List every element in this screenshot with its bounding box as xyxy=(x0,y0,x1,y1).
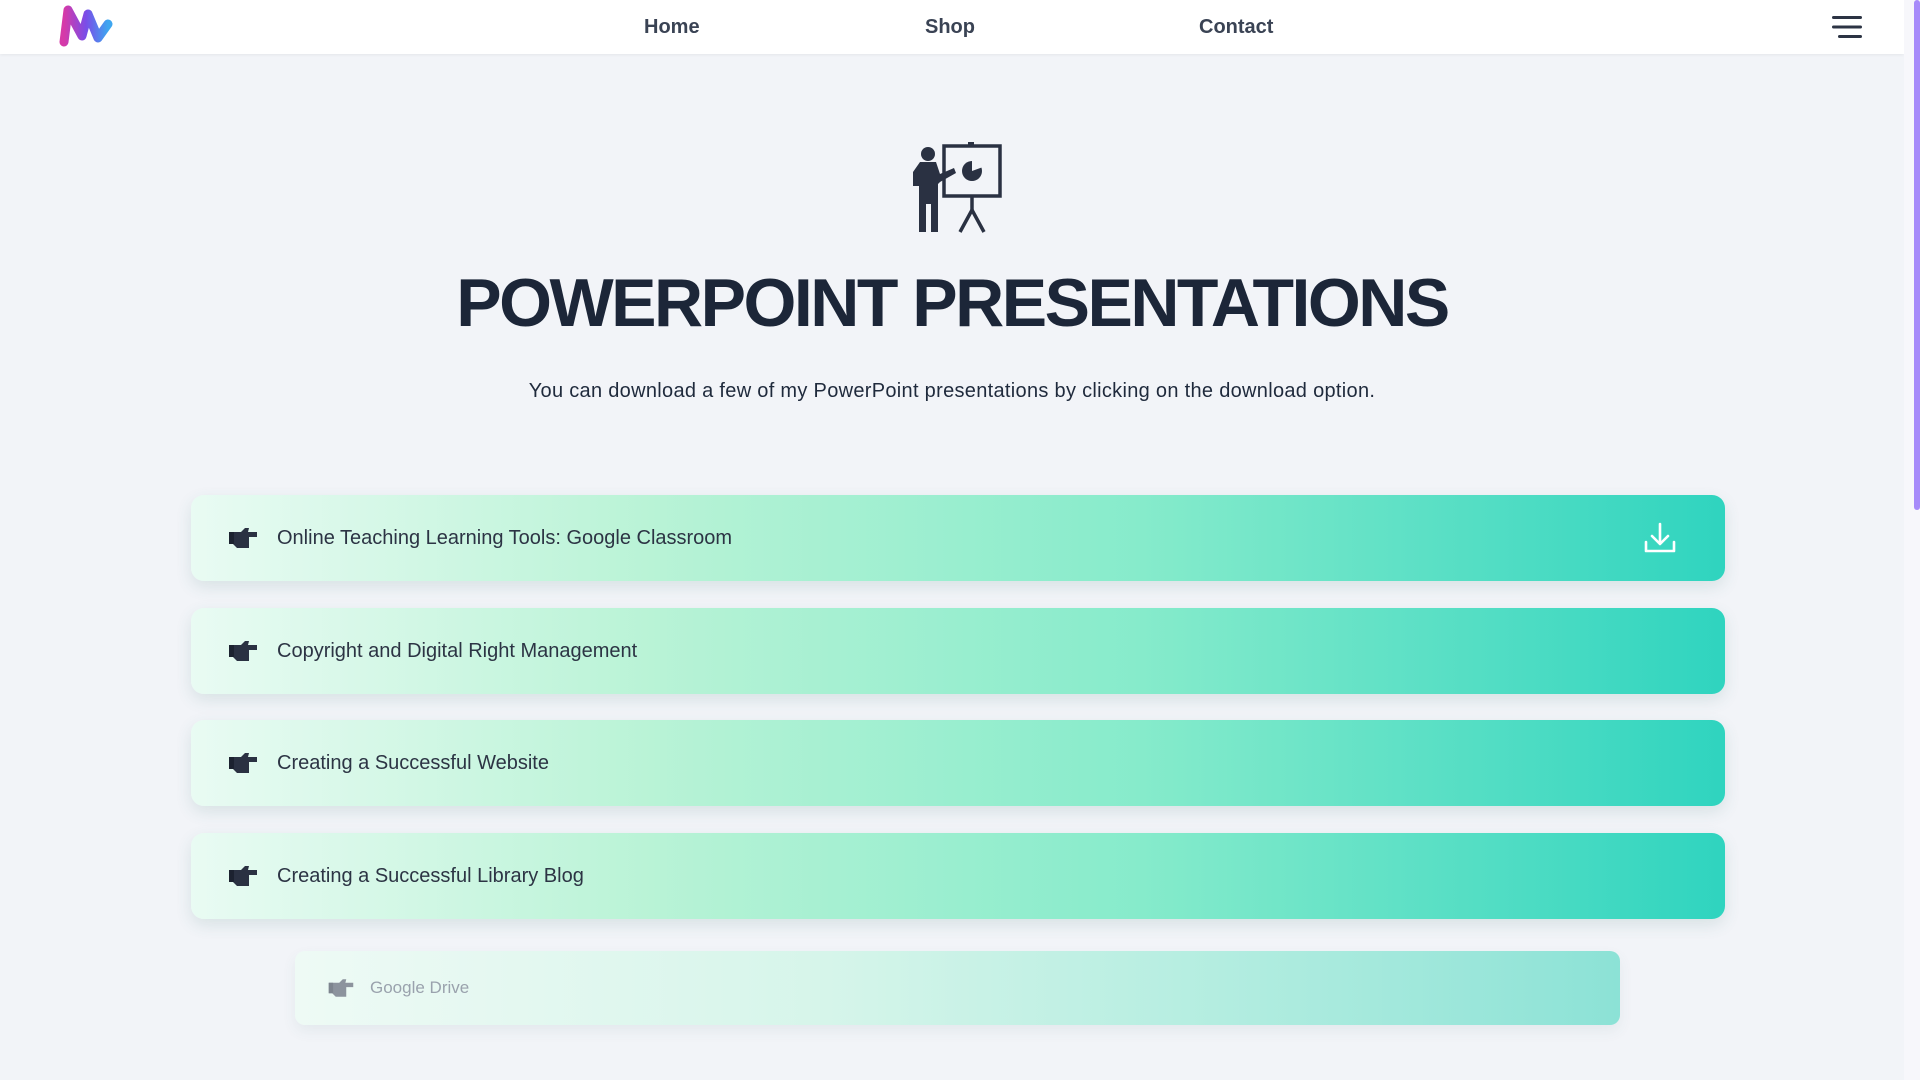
nav-shop[interactable]: Shop xyxy=(925,16,975,39)
presentation-item-label: Creating a Successful Website xyxy=(277,752,549,774)
presentation-item-label: Google Drive xyxy=(370,978,470,997)
pointing-hand-icon xyxy=(229,641,257,661)
presentation-item-google-drive[interactable]: Google Drive xyxy=(295,951,1620,1025)
presentation-item-google-classroom[interactable]: Online Teaching Learning Tools: Google C… xyxy=(191,495,1725,581)
presentation-item-label: Online Teaching Learning Tools: Google C… xyxy=(277,527,733,549)
nav-home[interactable]: Home xyxy=(644,16,700,39)
logo-icon[interactable] xyxy=(58,4,114,48)
presentation-item-copyright-drm[interactable]: Copyright and Digital Right Management xyxy=(191,608,1725,694)
nav-contact[interactable]: Contact xyxy=(1199,16,1273,39)
presentation-icon xyxy=(913,142,1002,233)
presentation-item-label: Creating a Successful Library Blog xyxy=(277,865,584,887)
presentation-item-successful-website[interactable]: Creating a Successful Website xyxy=(191,720,1725,806)
page-subtitle: You can download a few of my PowerPoint … xyxy=(528,380,1376,402)
navbar: Home Shop Contact xyxy=(0,0,1904,54)
pointing-hand-icon xyxy=(229,528,257,548)
presentation-item-label: Copyright and Digital Right Management xyxy=(277,640,638,662)
pointing-hand-icon xyxy=(328,979,354,997)
pointing-hand-icon xyxy=(229,753,257,773)
scrollbar-thumb[interactable] xyxy=(1914,0,1920,510)
presentation-item-library-blog[interactable]: Creating a Successful Library Blog xyxy=(191,833,1725,919)
download-icon[interactable] xyxy=(1643,521,1677,555)
page-title: POWERPOINT PRESENTATIONS xyxy=(456,265,1450,341)
hamburger-menu-icon[interactable] xyxy=(1832,14,1862,40)
pointing-hand-icon xyxy=(229,866,257,886)
